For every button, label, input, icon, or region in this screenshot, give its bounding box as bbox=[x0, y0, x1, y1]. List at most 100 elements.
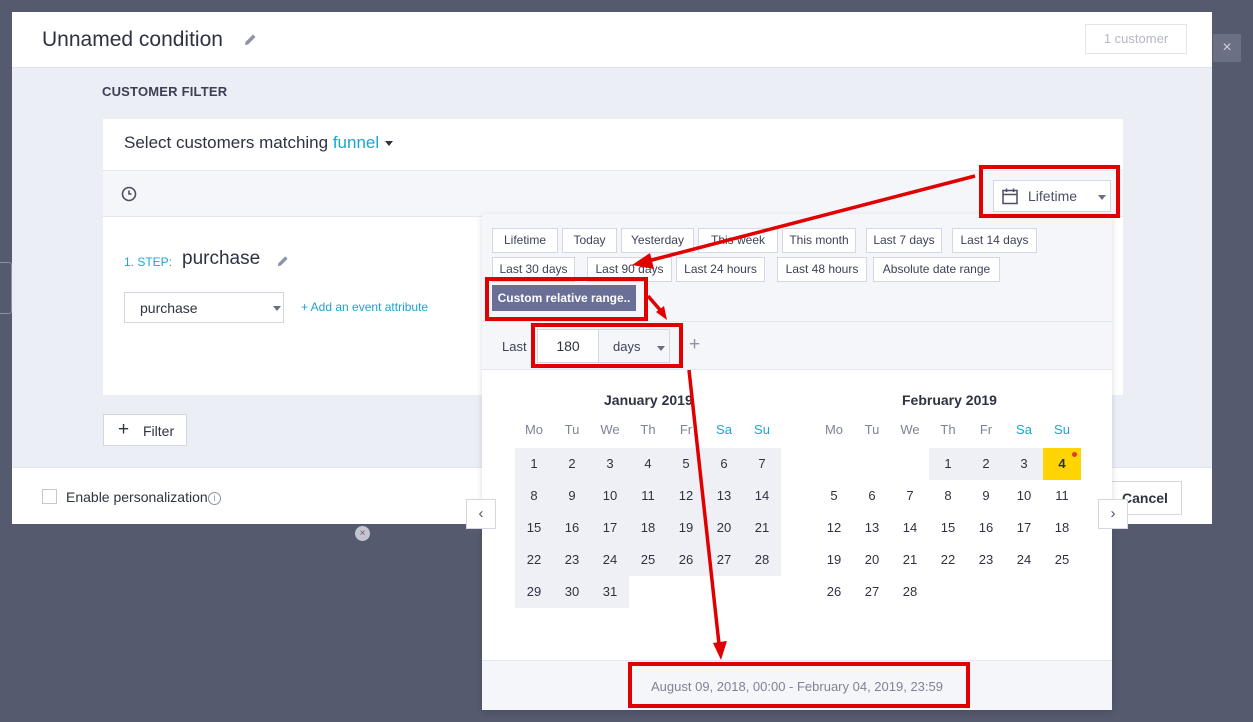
calendar-day[interactable]: 24 bbox=[1005, 544, 1043, 576]
calendar-day[interactable]: 9 bbox=[967, 480, 1005, 512]
calendar-day[interactable]: 4 bbox=[629, 448, 667, 480]
preset-last-7-days[interactable]: Last 7 days bbox=[866, 228, 942, 253]
calendar-day[interactable]: 25 bbox=[1043, 544, 1081, 576]
preset-last-30-days[interactable]: Last 30 days bbox=[492, 257, 575, 282]
preset-yesterday[interactable]: Yesterday bbox=[621, 228, 694, 253]
calendar-day[interactable]: 10 bbox=[591, 480, 629, 512]
step-name: purchase bbox=[182, 248, 261, 269]
calendar-day[interactable]: 2 bbox=[967, 448, 1005, 480]
selected-range-footer: August 09, 2018, 00:00 - February 04, 20… bbox=[482, 660, 1112, 710]
plus-icon: + bbox=[118, 419, 130, 440]
calendar-day[interactable]: 12 bbox=[815, 512, 853, 544]
calendar-day[interactable]: 13 bbox=[705, 480, 743, 512]
calendar-day[interactable]: 26 bbox=[815, 576, 853, 608]
calendar-day[interactable]: 1 bbox=[929, 448, 967, 480]
calendar-day[interactable]: 19 bbox=[815, 544, 853, 576]
remove-icon[interactable]: × bbox=[355, 526, 370, 541]
preset-last-14-days[interactable]: Last 14 days bbox=[952, 228, 1037, 253]
calendar-day[interactable]: 13 bbox=[853, 512, 891, 544]
plus-icon[interactable]: + bbox=[689, 334, 700, 356]
calendar-day[interactable]: 15 bbox=[929, 512, 967, 544]
calendar-day[interactable]: 1 bbox=[515, 448, 553, 480]
time-filter-button[interactable]: Lifetime bbox=[993, 180, 1111, 212]
calendar-day[interactable]: 21 bbox=[891, 544, 929, 576]
chevron-left-icon[interactable]: ‹ bbox=[466, 499, 496, 529]
calendar-day[interactable]: 15 bbox=[515, 512, 553, 544]
calendar-day[interactable]: 7 bbox=[891, 480, 929, 512]
match-selector[interactable]: Select customers matching funnel bbox=[124, 133, 394, 153]
chevron-right-icon[interactable]: › bbox=[1098, 499, 1128, 529]
calendar-day[interactable]: 22 bbox=[515, 544, 553, 576]
preset-lifetime[interactable]: Lifetime bbox=[492, 228, 558, 253]
calendar-day[interactable]: 22 bbox=[929, 544, 967, 576]
calendar-day[interactable]: 31 bbox=[591, 576, 629, 608]
calendar-day[interactable]: 27 bbox=[705, 544, 743, 576]
preset-today[interactable]: Today bbox=[562, 228, 617, 253]
close-icon[interactable]: × bbox=[1213, 34, 1241, 62]
calendar-day[interactable]: 28 bbox=[743, 544, 781, 576]
calendar-day[interactable]: 18 bbox=[1043, 512, 1081, 544]
calendar-day[interactable]: 5 bbox=[815, 480, 853, 512]
calendar-day[interactable]: 9 bbox=[553, 480, 591, 512]
calendar-day[interactable]: 6 bbox=[853, 480, 891, 512]
calendar-day[interactable]: 3 bbox=[1005, 448, 1043, 480]
calendar-day-today[interactable]: 4 bbox=[1043, 448, 1081, 480]
match-type-link[interactable]: funnel bbox=[333, 133, 379, 152]
calendar-day[interactable]: 20 bbox=[705, 512, 743, 544]
calendar-day[interactable]: 21 bbox=[743, 512, 781, 544]
calendar-day[interactable]: 14 bbox=[891, 512, 929, 544]
calendar-day[interactable]: 28 bbox=[891, 576, 929, 608]
weekday-header: Su bbox=[1054, 422, 1070, 437]
add-filter-button[interactable]: + Filter bbox=[103, 414, 187, 446]
preset-last-90-days[interactable]: Last 90 days bbox=[587, 257, 672, 282]
calendar-day[interactable]: 14 bbox=[743, 480, 781, 512]
preset-absolute-range[interactable]: Absolute date range bbox=[873, 257, 1000, 282]
preset-last-24-hours[interactable]: Last 24 hours bbox=[676, 257, 765, 282]
calendar-day[interactable]: 11 bbox=[1043, 480, 1081, 512]
pencil-icon[interactable] bbox=[244, 33, 257, 51]
calendar-day[interactable]: 2 bbox=[553, 448, 591, 480]
preset-this-week[interactable]: This week bbox=[698, 228, 778, 253]
calendar-day[interactable]: 18 bbox=[629, 512, 667, 544]
range-amount-input[interactable]: 180 bbox=[537, 329, 599, 363]
calendar-day[interactable]: 16 bbox=[967, 512, 1005, 544]
calendar-day[interactable]: 8 bbox=[929, 480, 967, 512]
add-event-attribute-link[interactable]: + Add an event attribute bbox=[301, 300, 428, 314]
calendar-day[interactable]: 25 bbox=[629, 544, 667, 576]
calendar-day[interactable]: 12 bbox=[667, 480, 705, 512]
calendar-day[interactable]: 20 bbox=[853, 544, 891, 576]
range-unit-select[interactable]: days bbox=[598, 329, 670, 363]
customer-count-badge: 1 customer bbox=[1085, 24, 1187, 54]
pencil-icon[interactable] bbox=[277, 254, 289, 272]
calendar-day[interactable]: 6 bbox=[705, 448, 743, 480]
calendar-day[interactable]: 5 bbox=[667, 448, 705, 480]
weekday-header: Fr bbox=[979, 422, 993, 437]
preset-last-48-hours[interactable]: Last 48 hours bbox=[777, 257, 867, 282]
calendar-day[interactable]: 17 bbox=[1005, 512, 1043, 544]
preset-custom-relative[interactable]: Custom relative range.. bbox=[492, 285, 636, 311]
preset-this-month[interactable]: This month bbox=[782, 228, 856, 253]
calendar-day[interactable]: 24 bbox=[591, 544, 629, 576]
preset-list: Lifetime Today Yesterday This week This … bbox=[482, 214, 1112, 322]
calendar-day[interactable]: 17 bbox=[591, 512, 629, 544]
calendar-day[interactable]: 19 bbox=[667, 512, 705, 544]
personalization-checkbox[interactable] bbox=[42, 489, 57, 504]
calendar-day[interactable]: 8 bbox=[515, 480, 553, 512]
calendar-day[interactable]: 26 bbox=[667, 544, 705, 576]
calendar-day[interactable]: 11 bbox=[629, 480, 667, 512]
last-label: Last bbox=[502, 339, 527, 354]
month-title: January 2019 bbox=[604, 392, 693, 408]
calendar-day[interactable]: 23 bbox=[967, 544, 1005, 576]
calendar-day[interactable]: 10 bbox=[1005, 480, 1043, 512]
calendar-day[interactable]: 30 bbox=[553, 576, 591, 608]
calendar-day[interactable]: 16 bbox=[553, 512, 591, 544]
calendar-day[interactable]: 27 bbox=[853, 576, 891, 608]
calendar-day[interactable]: 7 bbox=[743, 448, 781, 480]
info-icon[interactable]: i bbox=[208, 492, 221, 505]
calendar-day[interactable]: 23 bbox=[553, 544, 591, 576]
calendar-day[interactable]: 29 bbox=[515, 576, 553, 608]
event-select[interactable]: purchase bbox=[124, 292, 284, 323]
calendar-day[interactable]: 3 bbox=[591, 448, 629, 480]
weekday-header: Tu bbox=[564, 422, 580, 437]
match-prefix: Select customers matching bbox=[124, 133, 329, 152]
